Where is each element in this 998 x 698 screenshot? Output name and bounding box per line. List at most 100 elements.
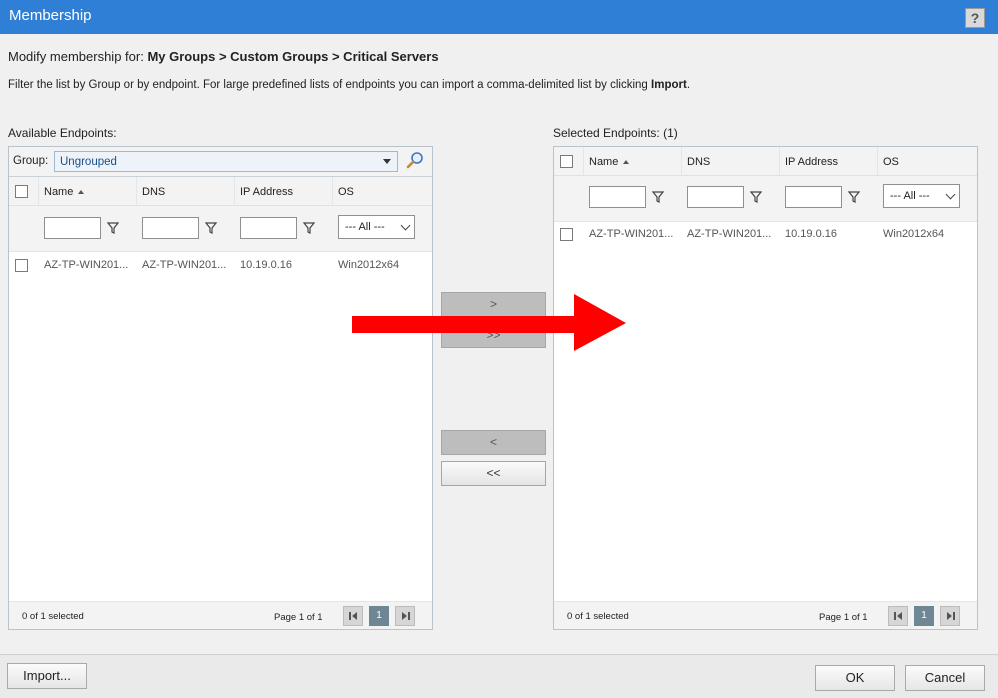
first-page-bar: [894, 612, 896, 620]
group-label: Group:: [13, 155, 49, 167]
modify-prefix: Modify membership for:: [8, 49, 148, 64]
os-filter-value: --- All ---: [890, 190, 930, 202]
selected-endpoints-label: Selected Endpoints: (1): [553, 126, 678, 140]
ip-filter-input[interactable]: [240, 217, 297, 239]
last-page-icon: [402, 612, 407, 620]
filter-icon[interactable]: [303, 222, 315, 234]
row-name: AZ-TP-WIN201...: [44, 259, 129, 271]
available-endpoints-panel: Group: Ungrouped Name DNS IP Address OS …: [8, 146, 433, 630]
first-page-icon: [352, 612, 357, 620]
table-row[interactable]: AZ-TP-WIN201... AZ-TP-WIN201... 10.19.0.…: [9, 252, 432, 280]
last-page-bar: [953, 612, 955, 620]
column-name-label: Name: [589, 156, 619, 168]
column-os[interactable]: OS: [332, 177, 432, 206]
row-os: Win2012x64: [338, 259, 400, 271]
os-filter-select[interactable]: --- All ---: [338, 215, 415, 239]
annotation-arrow-icon: [352, 294, 626, 351]
selection-count: 0 of 1 selected: [22, 611, 84, 622]
available-table-header: Name DNS IP Address OS: [9, 177, 432, 206]
row-ip: 10.19.0.16: [785, 228, 837, 240]
select-all-checkbox[interactable]: [560, 155, 573, 168]
last-page-button[interactable]: [395, 606, 415, 626]
dns-filter-input[interactable]: [687, 186, 744, 208]
filter-icon[interactable]: [848, 191, 860, 203]
current-page-button[interactable]: 1: [369, 606, 389, 626]
page-info: Page 1 of 1: [274, 612, 323, 623]
help-icon[interactable]: ?: [965, 8, 985, 28]
group-value: Ungrouped: [60, 156, 117, 168]
sort-ascending-icon: [78, 190, 85, 194]
row-os: Win2012x64: [883, 228, 945, 240]
name-filter-input[interactable]: [589, 186, 646, 208]
column-dns[interactable]: DNS: [136, 177, 234, 206]
row-dns: AZ-TP-WIN201...: [687, 228, 772, 240]
selected-footer: 0 of 1 selected Page 1 of 1 1: [554, 601, 977, 629]
modify-membership-line: Modify membership for: My Groups > Custo…: [8, 49, 439, 64]
os-filter-value: --- All ---: [345, 221, 385, 233]
last-page-icon: [947, 612, 952, 620]
dns-filter-input[interactable]: [142, 217, 199, 239]
dialog-footer: Import... OK Cancel: [0, 654, 998, 698]
first-page-button[interactable]: [888, 606, 908, 626]
select-all-checkbox[interactable]: [15, 185, 28, 198]
group-filter-bar: Group: Ungrouped: [9, 147, 432, 177]
ok-button[interactable]: OK: [815, 665, 895, 691]
available-filter-row: --- All ---: [9, 206, 432, 252]
column-dns-label: DNS: [142, 186, 166, 198]
available-footer: 0 of 1 selected Page 1 of 1 1: [9, 601, 432, 629]
column-os-label: OS: [338, 186, 354, 198]
selected-endpoints-panel: Name DNS IP Address OS --- All --- AZ-TP…: [553, 146, 978, 630]
row-name: AZ-TP-WIN201...: [589, 228, 674, 240]
group-path: My Groups > Custom Groups > Critical Ser…: [147, 49, 439, 64]
column-ip[interactable]: IP Address: [234, 177, 332, 206]
last-page-bar: [408, 612, 410, 620]
row-checkbox[interactable]: [15, 259, 28, 272]
chevron-down-icon: [945, 189, 956, 200]
group-select[interactable]: Ungrouped: [54, 151, 398, 172]
window-title: Membership: [9, 7, 92, 24]
first-page-button[interactable]: [343, 606, 363, 626]
column-name[interactable]: Name: [38, 177, 136, 206]
import-button[interactable]: Import...: [7, 663, 87, 689]
filter-icon[interactable]: [107, 222, 119, 234]
last-page-button[interactable]: [940, 606, 960, 626]
chevron-down-icon: [400, 220, 411, 231]
column-ip-label: IP Address: [240, 186, 293, 198]
cancel-button[interactable]: Cancel: [905, 665, 985, 691]
column-ip-label: IP Address: [785, 156, 838, 168]
column-name[interactable]: Name: [583, 147, 681, 176]
dropdown-caret-icon: [383, 159, 391, 164]
column-os-label: OS: [883, 156, 899, 168]
filter-icon[interactable]: [652, 191, 664, 203]
current-page-button[interactable]: 1: [914, 606, 934, 626]
filter-icon[interactable]: [205, 222, 217, 234]
search-icon[interactable]: [404, 150, 426, 172]
instructions-suffix: .: [686, 79, 691, 91]
os-filter-select[interactable]: --- All ---: [883, 184, 960, 208]
name-filter-input[interactable]: [44, 217, 101, 239]
row-ip: 10.19.0.16: [240, 259, 292, 271]
column-ip[interactable]: IP Address: [779, 147, 877, 176]
column-os[interactable]: OS: [877, 147, 977, 176]
column-dns[interactable]: DNS: [681, 147, 779, 176]
page-info: Page 1 of 1: [819, 612, 868, 623]
instructions-import: Import: [651, 79, 687, 91]
selection-count: 0 of 1 selected: [567, 611, 629, 622]
remove-button[interactable]: <: [441, 430, 546, 455]
title-bar: Membership ?: [0, 0, 998, 34]
instructions: Filter the list by Group or by endpoint.…: [8, 79, 690, 91]
column-dns-label: DNS: [687, 156, 711, 168]
column-name-label: Name: [44, 186, 74, 198]
sort-ascending-icon: [623, 160, 630, 164]
remove-all-button[interactable]: <<: [441, 461, 546, 486]
table-row[interactable]: AZ-TP-WIN201... AZ-TP-WIN201... 10.19.0.…: [554, 221, 977, 249]
filter-icon[interactable]: [750, 191, 762, 203]
ip-filter-input[interactable]: [785, 186, 842, 208]
selected-table-header: Name DNS IP Address OS: [554, 147, 977, 176]
instructions-text: Filter the list by Group or by endpoint.…: [8, 79, 652, 91]
first-page-icon: [897, 612, 902, 620]
selected-filter-row: --- All ---: [554, 176, 977, 222]
row-checkbox[interactable]: [560, 228, 573, 241]
available-endpoints-label: Available Endpoints:: [8, 126, 117, 140]
row-dns: AZ-TP-WIN201...: [142, 259, 227, 271]
